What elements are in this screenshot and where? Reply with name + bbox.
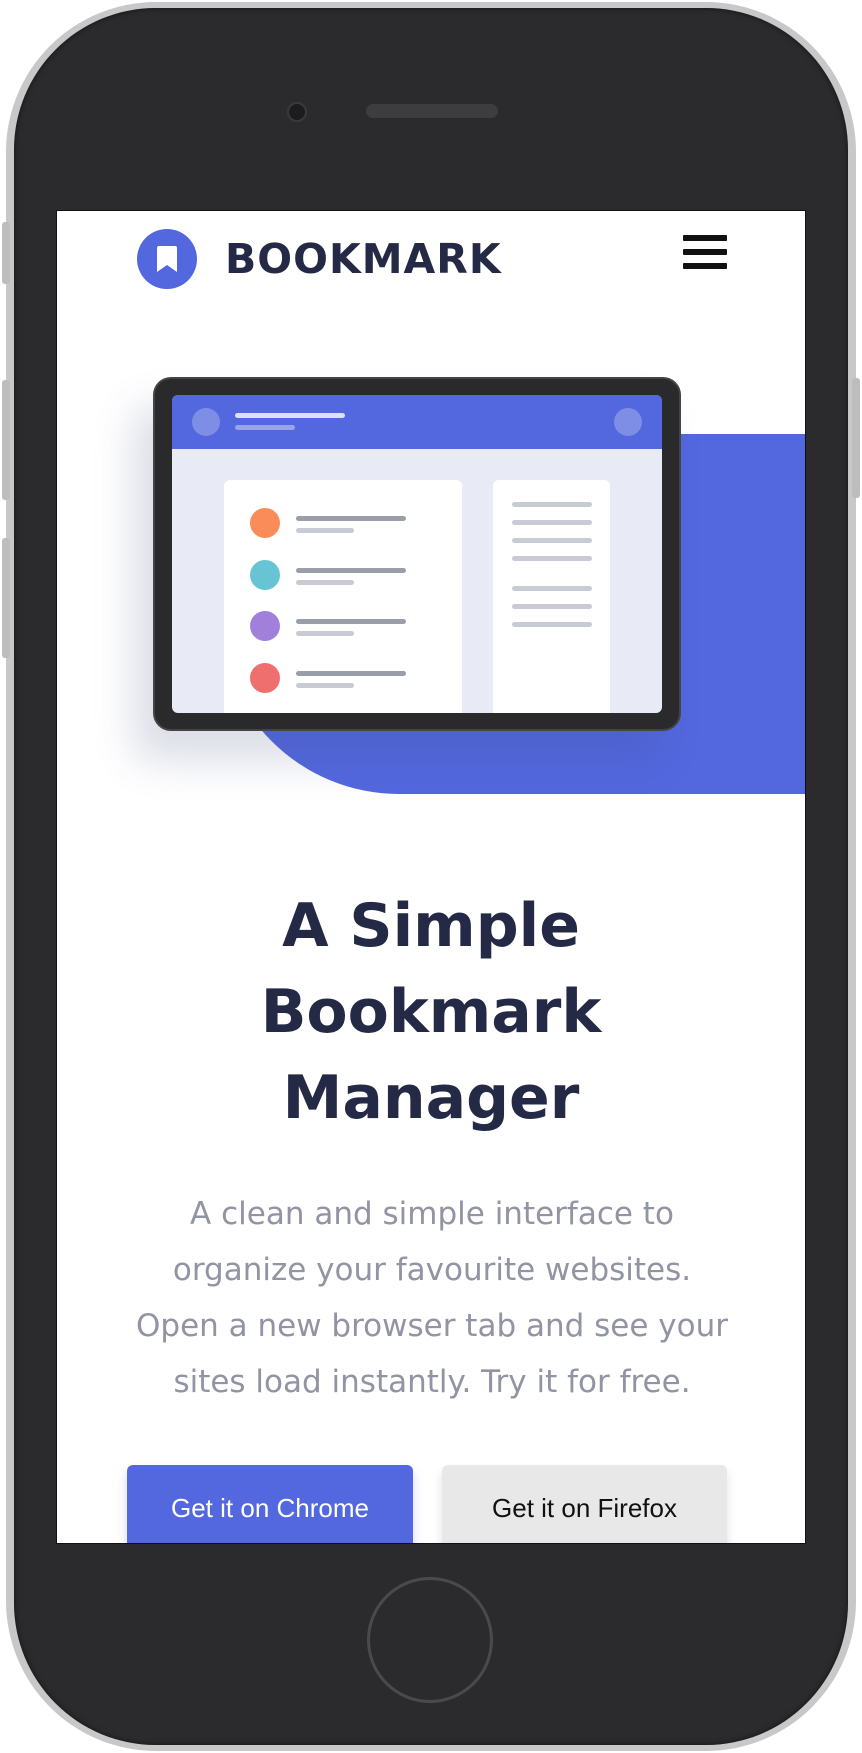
hero-title-line: Bookmark — [260, 977, 602, 1047]
front-camera — [287, 102, 307, 122]
bookmark-icon — [137, 229, 197, 289]
mock-bookmark-list — [224, 480, 462, 713]
get-chrome-button[interactable]: Get it on Chrome — [127, 1465, 413, 1543]
hero-title: A Simple Bookmark Manager — [57, 883, 805, 1141]
hero-description-line: sites load instantly. Try it for free. — [173, 1364, 691, 1400]
mock-side-panel — [493, 480, 610, 713]
get-firefox-button[interactable]: Get it on Firefox — [442, 1465, 727, 1543]
device-screen: BOOKMARK A Simple Bookmark Manager A cle… — [56, 210, 806, 1544]
hamburger-menu-icon[interactable] — [683, 235, 727, 275]
hero-description-line: organize your favourite websites. — [172, 1252, 692, 1288]
tablet-screen — [172, 395, 662, 713]
mute-switch — [2, 222, 10, 284]
hero-title-line: Manager — [282, 1063, 580, 1133]
home-button[interactable] — [367, 1577, 493, 1703]
hero-description-line: A clean and simple interface to — [190, 1196, 674, 1232]
hero-description: A clean and simple interface to organize… — [107, 1186, 757, 1410]
brand-logo[interactable]: BOOKMARK — [137, 229, 502, 289]
power-button — [852, 378, 860, 498]
volume-up-button — [2, 380, 10, 500]
brand-name: BOOKMARK — [225, 235, 502, 283]
hero-description-line: Open a new browser tab and see your — [135, 1308, 729, 1344]
volume-down-button — [2, 538, 10, 658]
earpiece-speaker — [366, 104, 498, 118]
hero-title-line: A Simple — [282, 891, 580, 961]
hero-tablet-illustration — [153, 377, 681, 731]
mock-app-bar — [172, 395, 662, 449]
